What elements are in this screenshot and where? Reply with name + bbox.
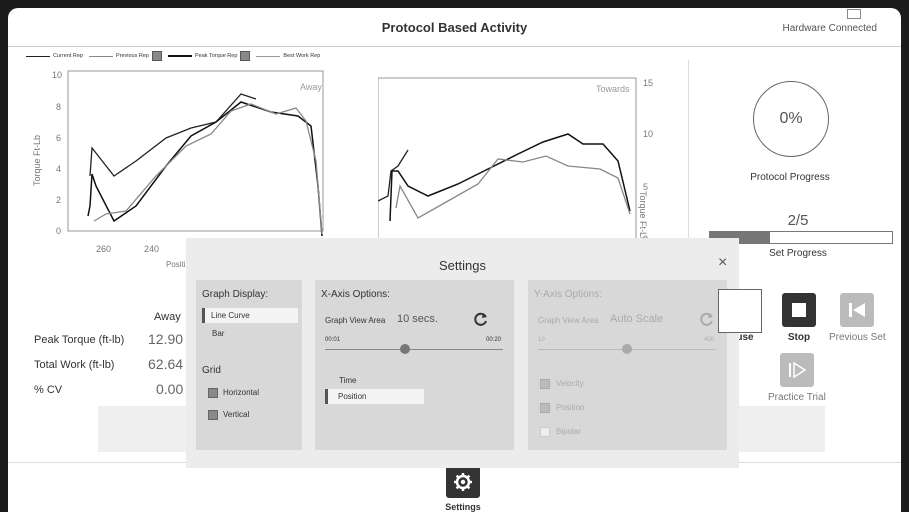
cv-label: % CV bbox=[34, 384, 63, 396]
page-title: Protocol Based Activity bbox=[381, 20, 528, 35]
y-axis-title: Y-Axis Options: bbox=[534, 289, 602, 300]
chart-legend: Current Rep Previous Rep Peak Torque Rep… bbox=[26, 50, 326, 62]
close-icon[interactable]: × bbox=[718, 255, 727, 271]
legend-peak: Peak Torque Rep bbox=[168, 51, 251, 61]
away-ytick: 6 bbox=[56, 133, 61, 143]
set-count: 2/5 bbox=[787, 212, 809, 229]
bar-option[interactable]: Bar bbox=[212, 329, 224, 338]
vertical-grid-label: Vertical bbox=[223, 410, 250, 419]
legend-best-line bbox=[256, 55, 281, 57]
line-curve-option[interactable]: Line Curve bbox=[202, 308, 298, 323]
position-checkbox[interactable] bbox=[540, 403, 550, 413]
away-ytick: 10 bbox=[52, 70, 62, 80]
x-slider-thumb[interactable] bbox=[400, 344, 411, 354]
towards-ytick: 15 bbox=[643, 78, 653, 88]
settings-modal: Settings × Graph Display: Line Curve Bar… bbox=[186, 238, 739, 468]
away-xtick: 260 bbox=[96, 244, 111, 254]
x-slider-min: 00:01 bbox=[325, 337, 341, 343]
bipolar-label: Bipolar bbox=[556, 427, 581, 436]
legend-previous: Previous Rep bbox=[88, 51, 162, 61]
legend-previous-toggle[interactable] bbox=[152, 51, 162, 61]
towards-label: Towards bbox=[596, 84, 630, 94]
cv-value: 0.00 bbox=[156, 381, 184, 397]
hardware-status: Hardware Connected bbox=[782, 23, 878, 34]
horizontal-grid-checkbox[interactable] bbox=[208, 388, 218, 398]
settings-button[interactable] bbox=[446, 466, 480, 498]
legend-peak-line bbox=[168, 55, 192, 57]
y-position-label: Position bbox=[556, 403, 585, 412]
stats-column-header: Away bbox=[154, 311, 181, 323]
legend-current: Current Rep bbox=[26, 53, 83, 59]
practice-trial-icon bbox=[779, 353, 814, 387]
x-view-area-value: 10 secs. bbox=[397, 313, 438, 325]
y-slider-max: 400 bbox=[704, 337, 715, 343]
position-label: Position bbox=[338, 392, 367, 401]
line-curve-label: Line Curve bbox=[211, 311, 250, 320]
stop-icon bbox=[782, 293, 816, 327]
x-axis-title: X-Axis Options: bbox=[321, 289, 390, 300]
legend-previous-line bbox=[88, 55, 113, 57]
previous-set-label: Previous Set bbox=[829, 332, 886, 343]
vertical-grid-checkbox[interactable] bbox=[208, 410, 218, 420]
x-slider-track[interactable] bbox=[325, 349, 503, 350]
x-view-area-label: Graph View Area bbox=[325, 316, 386, 325]
modal-title: Settings bbox=[439, 258, 486, 273]
y-view-area-value: Auto Scale bbox=[610, 313, 664, 325]
previous-set-button[interactable]: Previous Set bbox=[829, 293, 886, 343]
focus-outline bbox=[718, 289, 762, 333]
away-ylabel: Torque Ft-Lb bbox=[32, 135, 42, 186]
grid-title: Grid bbox=[202, 365, 221, 376]
stop-label: Stop bbox=[787, 332, 811, 343]
position-option[interactable]: Position bbox=[325, 389, 424, 404]
protocol-progress-circle: 0% bbox=[753, 81, 829, 157]
graph-display-panel: Graph Display: Line Curve Bar Grid Horiz… bbox=[196, 280, 302, 450]
peak-torque-value: 12.90 bbox=[148, 331, 184, 347]
protocol-percent: 0% bbox=[779, 110, 803, 127]
legend-peak-toggle[interactable] bbox=[240, 51, 251, 61]
towards-ytick: 10 bbox=[643, 129, 653, 139]
x-reset-icon[interactable] bbox=[473, 311, 489, 327]
away-xtick: 240 bbox=[144, 244, 159, 254]
settings-button-label: Settings bbox=[445, 502, 481, 512]
graph-display-title: Graph Display: bbox=[202, 289, 269, 300]
gear-icon bbox=[454, 473, 472, 491]
total-work-value: 62.64 bbox=[148, 356, 184, 372]
y-slider-min: 10 bbox=[538, 337, 545, 343]
title-bar: Protocol Based Activity Hardware Connect… bbox=[8, 8, 901, 47]
velocity-checkbox[interactable] bbox=[540, 379, 550, 389]
app-window: Protocol Based Activity Hardware Connect… bbox=[8, 8, 901, 512]
bipolar-checkbox[interactable] bbox=[540, 427, 550, 437]
x-slider-max: 00:20 bbox=[486, 337, 502, 343]
total-work-label: Total Work (ft-lb) bbox=[34, 359, 115, 371]
velocity-label: Velocity bbox=[556, 379, 584, 388]
practice-trial-label: Practice Trial bbox=[768, 392, 826, 403]
practice-trial-button[interactable]: Practice Trial bbox=[768, 353, 826, 403]
legend-best: Best Work Rep bbox=[256, 53, 320, 59]
towards-ylabel: Torque Ft-Lb bbox=[638, 191, 648, 242]
away-ytick: 0 bbox=[56, 226, 61, 236]
x-axis-panel: X-Axis Options: Graph View Area 10 secs.… bbox=[315, 280, 514, 450]
legend-current-line bbox=[26, 55, 50, 57]
protocol-progress-label: Protocol Progress bbox=[750, 172, 830, 183]
horizontal-grid-label: Horizontal bbox=[223, 388, 260, 397]
hardware-icon bbox=[847, 9, 861, 19]
time-option[interactable]: Time bbox=[339, 376, 356, 385]
peak-torque-label: Peak Torque (ft-lb) bbox=[34, 334, 125, 346]
previous-set-icon bbox=[840, 293, 875, 327]
y-slider-thumb[interactable] bbox=[622, 344, 632, 354]
y-axis-panel: Y-Axis Options: Graph View Area Auto Sca… bbox=[528, 280, 727, 450]
away-ytick: 4 bbox=[56, 164, 61, 174]
away-ytick: 2 bbox=[56, 195, 61, 205]
y-view-area-label: Graph View Area bbox=[538, 316, 599, 325]
set-progress-label: Set Progress bbox=[769, 248, 827, 259]
towards-graph: 15 10 5 0 Torque Ft-Lb Towards bbox=[378, 77, 653, 244]
away-label: Away bbox=[300, 82, 322, 92]
stop-button[interactable]: Stop bbox=[782, 293, 816, 343]
away-ytick: 8 bbox=[56, 102, 61, 112]
y-reset-icon[interactable] bbox=[699, 311, 715, 327]
